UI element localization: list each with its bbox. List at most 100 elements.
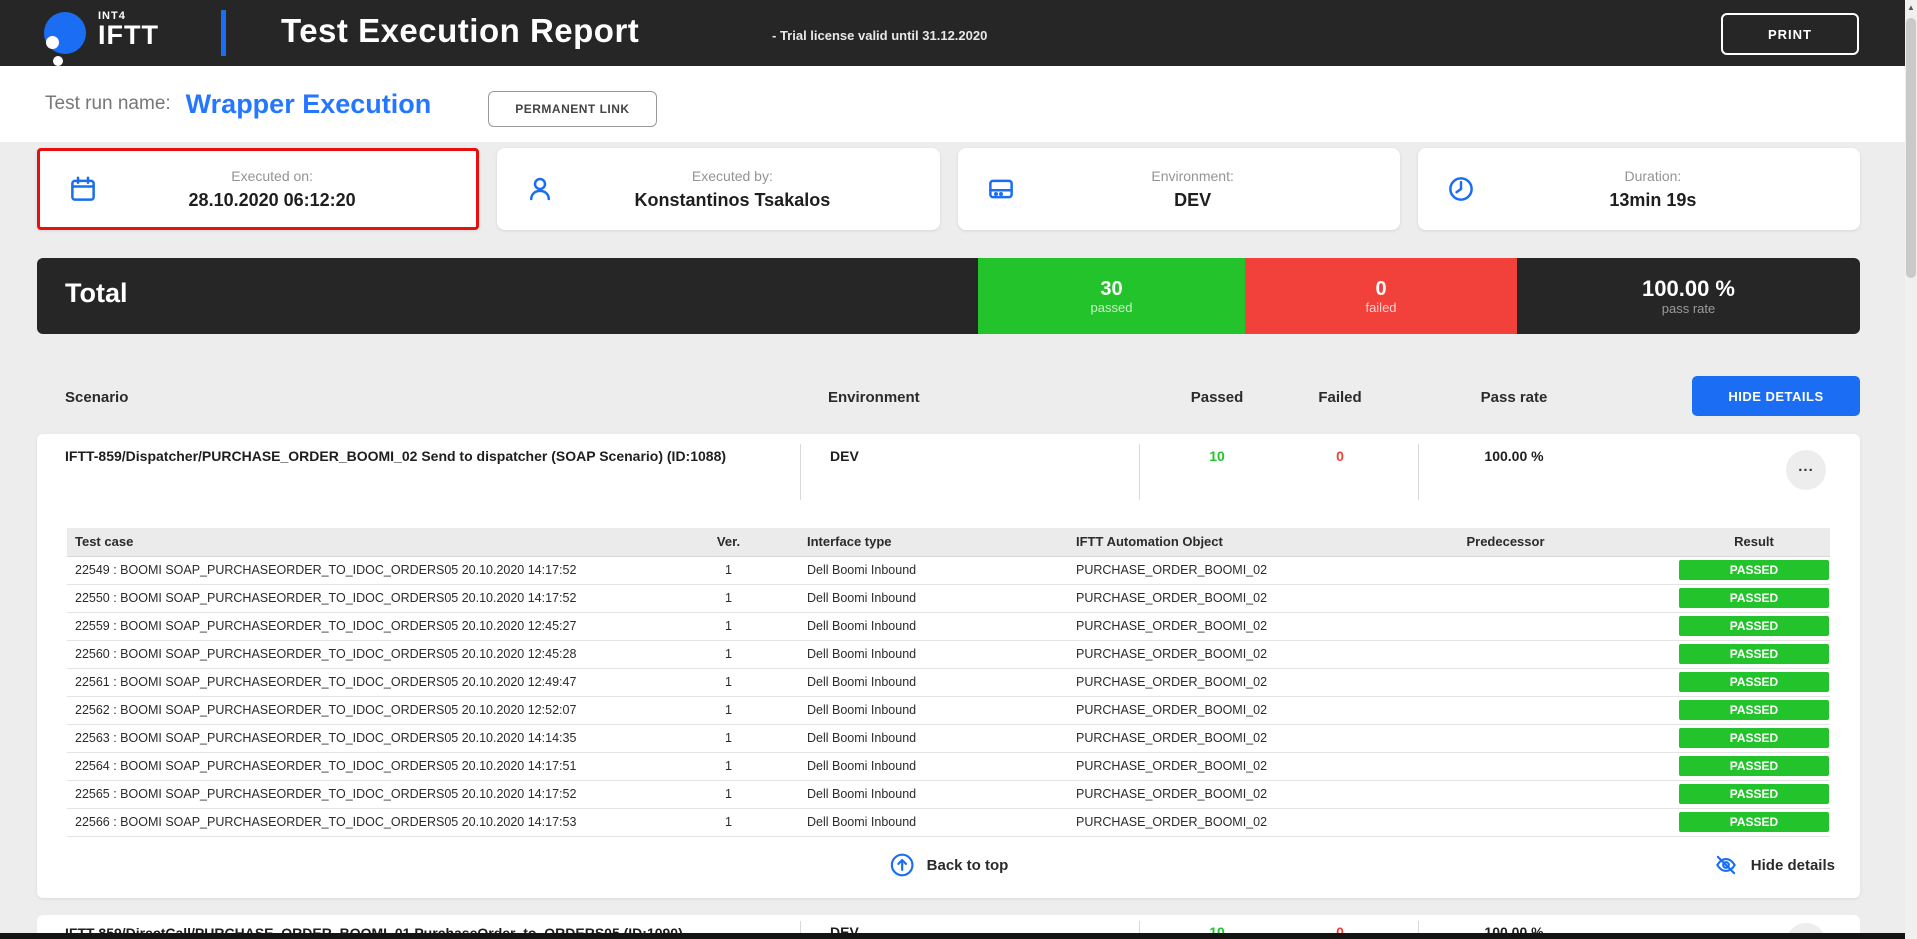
result-badge: PASSED: [1679, 700, 1829, 720]
testcase-interface-type: Dell Boomi Inbound: [757, 696, 1053, 724]
testcase-predecessor: [1333, 640, 1678, 668]
calendar-icon: [68, 174, 98, 204]
test-run-name: Wrapper Execution: [186, 89, 432, 120]
card-executed-by[interactable]: Executed by: Konstantinos Tsakalos: [497, 148, 939, 230]
hide-details-button[interactable]: HIDE DETAILS: [1692, 376, 1860, 416]
scenario-environment: DEV: [830, 448, 859, 464]
arrow-up-circle-icon: [889, 852, 915, 878]
th-automation-object: IFTT Automation Object: [1053, 528, 1333, 556]
table-row[interactable]: 22566 : BOOMI SOAP_PURCHASEORDER_TO_IDOC…: [67, 808, 1830, 836]
result-badge: PASSED: [1679, 672, 1829, 692]
hide-details-label: Hide details: [1751, 857, 1835, 874]
column-divider: [1139, 444, 1140, 500]
back-to-top-label: Back to top: [927, 857, 1009, 874]
permanent-link-button[interactable]: PERMANENT LINK: [488, 91, 656, 127]
column-header-environment: Environment: [828, 389, 920, 406]
testcase-interface-type: Dell Boomi Inbound: [757, 556, 1053, 584]
column-header-passed: Passed: [1167, 389, 1267, 406]
test-execution-report-page: INT4 IFTT Test Execution Report - Trial …: [0, 0, 1917, 939]
card-environment[interactable]: Environment: DEV: [958, 148, 1400, 230]
testcase-name: 22565 : BOOMI SOAP_PURCHASEORDER_TO_IDOC…: [67, 780, 700, 808]
card-executed-on[interactable]: Executed on: 28.10.2020 06:12:20: [37, 148, 479, 230]
scenario-row: IFTT-859/Dispatcher/PURCHASE_ORDER_BOOMI…: [37, 434, 1860, 510]
column-header-failed: Failed: [1290, 389, 1390, 406]
card-value: 13min 19s: [1476, 190, 1830, 211]
total-failed-segment: 0 failed: [1245, 258, 1517, 334]
back-to-top-button[interactable]: Back to top: [889, 852, 1009, 878]
th-version: Ver.: [700, 528, 757, 556]
testcase-name: 22550 : BOOMI SOAP_PURCHASEORDER_TO_IDOC…: [67, 584, 700, 612]
page-title: Test Execution Report: [281, 12, 639, 50]
testcase-name: 22560 : BOOMI SOAP_PURCHASEORDER_TO_IDOC…: [67, 640, 700, 668]
card-label: Duration:: [1476, 168, 1830, 184]
testcase-name: 22563 : BOOMI SOAP_PURCHASEORDER_TO_IDOC…: [67, 724, 700, 752]
testcase-predecessor: [1333, 808, 1678, 836]
header-separator: [221, 10, 226, 56]
testcase-version: 1: [700, 752, 757, 780]
th-test-case: Test case: [67, 528, 700, 556]
testcase-name: 22564 : BOOMI SOAP_PURCHASEORDER_TO_IDOC…: [67, 752, 700, 780]
total-pass-rate-label: pass rate: [1662, 301, 1715, 316]
result-badge: PASSED: [1679, 588, 1829, 608]
testcase-interface-type: Dell Boomi Inbound: [757, 612, 1053, 640]
table-row[interactable]: 22550 : BOOMI SOAP_PURCHASEORDER_TO_IDOC…: [67, 584, 1830, 612]
logo-dot-icon: [46, 36, 59, 49]
scenario-passed-count: 10: [1167, 448, 1267, 464]
hide-details-link[interactable]: Hide details: [1713, 852, 1835, 878]
panel-footer: Back to top Hide details: [37, 846, 1860, 890]
testcase-name: 22562 : BOOMI SOAP_PURCHASEORDER_TO_IDOC…: [67, 696, 700, 724]
testcase-version: 1: [700, 780, 757, 808]
table-row[interactable]: 22564 : BOOMI SOAP_PURCHASEORDER_TO_IDOC…: [67, 752, 1830, 780]
testcase-predecessor: [1333, 668, 1678, 696]
logo-main-text: IFTT: [98, 22, 159, 48]
testcase-version: 1: [700, 640, 757, 668]
testcase-interface-type: Dell Boomi Inbound: [757, 584, 1053, 612]
logo-small-dot-icon: [53, 56, 63, 66]
total-pass-rate-value: 100.00 %: [1642, 277, 1735, 301]
result-badge: PASSED: [1679, 784, 1829, 804]
result-badge: PASSED: [1679, 812, 1829, 832]
testcase-predecessor: [1333, 780, 1678, 808]
testcase-table: Test case Ver. Interface type IFTT Autom…: [67, 528, 1830, 837]
table-row[interactable]: 22560 : BOOMI SOAP_PURCHASEORDER_TO_IDOC…: [67, 640, 1830, 668]
testcase-automation-object: PURCHASE_ORDER_BOOMI_02: [1053, 640, 1333, 668]
column-divider: [800, 444, 801, 500]
testcase-version: 1: [700, 556, 757, 584]
scenario-list-header: Scenario Environment Passed Failed Pass …: [37, 376, 1860, 416]
scenario-pass-rate: 100.00 %: [1454, 448, 1574, 464]
testcase-interface-type: Dell Boomi Inbound: [757, 640, 1053, 668]
table-row[interactable]: 22562 : BOOMI SOAP_PURCHASEORDER_TO_IDOC…: [67, 696, 1830, 724]
result-badge: PASSED: [1679, 616, 1829, 636]
testcase-predecessor: [1333, 724, 1678, 752]
testcase-version: 1: [700, 584, 757, 612]
result-badge: PASSED: [1679, 756, 1829, 776]
testcase-automation-object: PURCHASE_ORDER_BOOMI_02: [1053, 808, 1333, 836]
testcase-interface-type: Dell Boomi Inbound: [757, 808, 1053, 836]
testcase-interface-type: Dell Boomi Inbound: [757, 780, 1053, 808]
card-duration[interactable]: Duration: 13min 19s: [1418, 148, 1860, 230]
table-row[interactable]: 22565 : BOOMI SOAP_PURCHASEORDER_TO_IDOC…: [67, 780, 1830, 808]
scrollbar-up-arrow[interactable]: ▲: [1905, 2, 1917, 14]
table-row[interactable]: 22563 : BOOMI SOAP_PURCHASEORDER_TO_IDOC…: [67, 724, 1830, 752]
eye-slash-icon: [1713, 852, 1739, 878]
card-value: Konstantinos Tsakalos: [555, 190, 909, 211]
column-header-pass-rate: Pass rate: [1454, 389, 1574, 406]
server-icon: [986, 174, 1016, 204]
top-bar: INT4 IFTT Test Execution Report - Trial …: [0, 0, 1917, 66]
scenario-actions-button[interactable]: ...: [1786, 450, 1826, 490]
table-row[interactable]: 22549 : BOOMI SOAP_PURCHASEORDER_TO_IDOC…: [67, 556, 1830, 584]
vertical-scrollbar[interactable]: ▲: [1905, 0, 1917, 939]
result-badge: PASSED: [1679, 728, 1829, 748]
column-header-scenario: Scenario: [65, 389, 128, 406]
table-row[interactable]: 22561 : BOOMI SOAP_PURCHASEORDER_TO_IDOC…: [67, 668, 1830, 696]
testcase-automation-object: PURCHASE_ORDER_BOOMI_02: [1053, 696, 1333, 724]
total-passed-label: passed: [1091, 300, 1133, 315]
result-badge: PASSED: [1679, 560, 1829, 580]
license-note: - Trial license valid until 31.12.2020: [772, 28, 987, 43]
testcase-predecessor: [1333, 696, 1678, 724]
scrollbar-thumb[interactable]: [1906, 18, 1916, 278]
print-button[interactable]: PRINT: [1721, 13, 1859, 55]
int4-iftt-logo[interactable]: INT4 IFTT: [44, 10, 224, 60]
table-row[interactable]: 22559 : BOOMI SOAP_PURCHASEORDER_TO_IDOC…: [67, 612, 1830, 640]
testcase-automation-object: PURCHASE_ORDER_BOOMI_02: [1053, 780, 1333, 808]
